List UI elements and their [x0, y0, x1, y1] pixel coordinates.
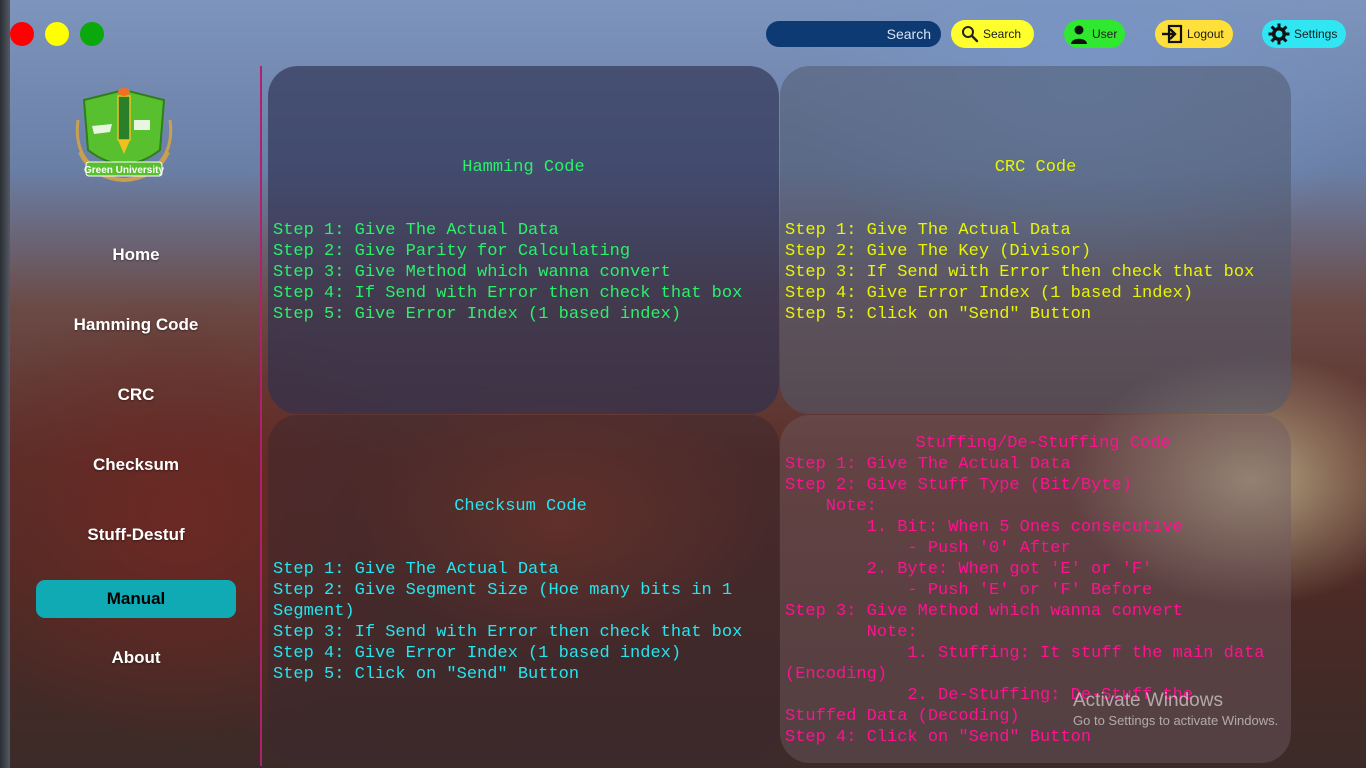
checksum-steps: Step 1: Give The Actual Data Step 2: Giv… [273, 560, 743, 684]
checksum-manual-panel: Checksum Code Step 1: Give The Actual Da… [268, 415, 779, 763]
svg-text:Green University: Green University [84, 165, 164, 176]
watermark-title: Activate Windows [1073, 690, 1223, 711]
checksum-panel-title: Checksum Code [454, 497, 587, 516]
sidebar-item-label: Home [112, 245, 160, 264]
user-button[interactable]: User [1064, 20, 1125, 48]
stuffing-panel-title: Stuffing/De-Stuffing Code [915, 434, 1171, 453]
user-button-label: User [1092, 27, 1118, 41]
logout-button-label: Logout [1187, 27, 1224, 41]
search-button[interactable]: Search [951, 20, 1034, 48]
search-icon [961, 25, 979, 43]
crc-steps: Step 1: Give The Actual Data Step 2: Giv… [785, 221, 1255, 324]
watermark-subtitle: Go to Settings to activate Windows. [1073, 713, 1279, 728]
hamming-steps: Step 1: Give The Actual Data Step 2: Giv… [273, 221, 743, 324]
university-logo: Green University [72, 80, 176, 186]
sidebar-item-manual[interactable]: Manual [36, 580, 236, 618]
hamming-panel-title: Hamming Code [462, 158, 585, 177]
settings-button-label: Settings [1294, 27, 1338, 41]
activate-windows-watermark: Activate Windows Go to Settings to activ… [1073, 690, 1278, 730]
minimize-window-button[interactable] [45, 22, 69, 46]
sidebar-item-label: CRC [117, 385, 155, 404]
sidebar-item-stuff-destuf[interactable]: Stuff-Destuf [36, 516, 236, 554]
maximize-window-button[interactable] [80, 22, 104, 46]
sidebar-item-label: Hamming Code [73, 315, 199, 334]
gear-icon [1268, 23, 1290, 45]
sidebar-item-crc[interactable]: CRC [36, 376, 236, 414]
logout-button[interactable]: Logout [1155, 20, 1233, 48]
sidebar-divider [260, 66, 262, 766]
user-icon [1070, 24, 1088, 44]
search-button-label: Search [983, 27, 1022, 41]
hamming-manual-panel: Hamming Code Step 1: Give The Actual Dat… [268, 66, 779, 414]
sidebar-item-label: Manual [106, 589, 166, 608]
settings-button[interactable]: Settings [1262, 20, 1346, 48]
sidebar-item-checksum[interactable]: Checksum [36, 446, 236, 484]
sidebar-item-about[interactable]: About [36, 639, 236, 677]
sidebar-item-hamming-code[interactable]: Hamming Code [36, 306, 236, 344]
sidebar-item-home[interactable]: Home [36, 236, 236, 274]
logout-icon [1161, 24, 1183, 44]
window-frame-edge [0, 0, 10, 768]
crc-manual-panel: CRC Code Step 1: Give The Actual Data St… [780, 66, 1291, 414]
crc-panel-title: CRC Code [994, 158, 1077, 177]
close-window-button[interactable] [10, 22, 34, 46]
sidebar-item-label: About [111, 648, 161, 667]
sidebar-item-label: Stuff-Destuf [87, 525, 185, 544]
search-input[interactable] [766, 21, 941, 47]
sidebar-item-label: Checksum [93, 455, 179, 474]
